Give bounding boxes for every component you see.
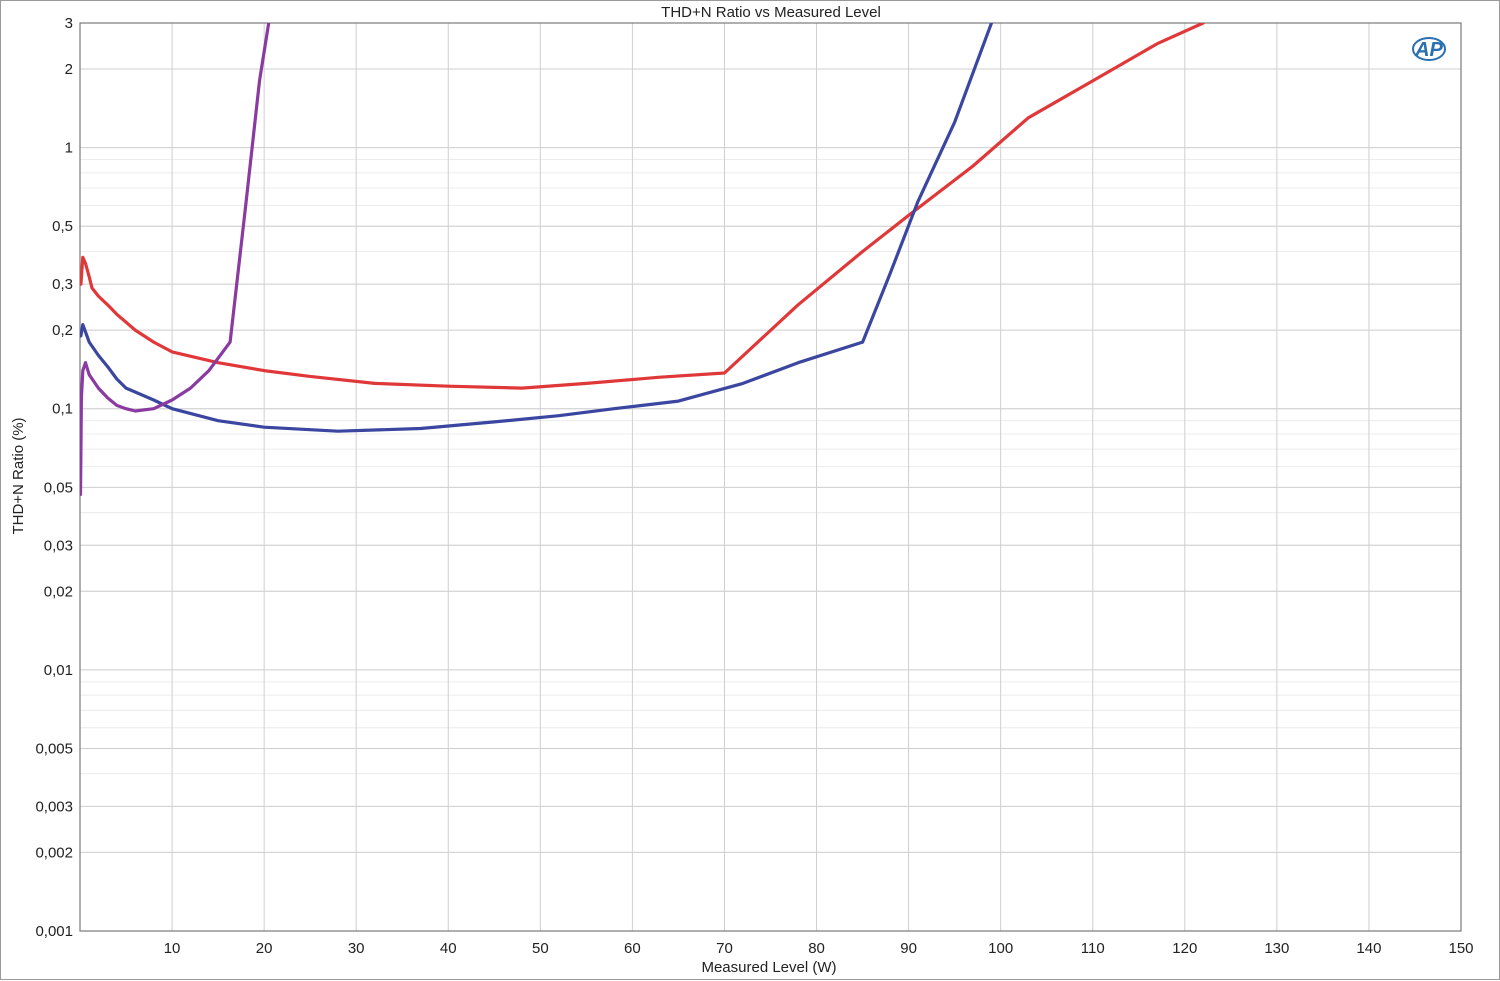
y-tick-label: 0,03 bbox=[44, 537, 73, 554]
y-tick-labels: 3 2 1 0,5 0,3 0,2 0,1 0,05 0,03 0,02 0,01 0,005 0,00… bbox=[35, 15, 73, 940]
y-tick-label: 0,1 bbox=[52, 401, 73, 418]
ap-logo-text: AP bbox=[1414, 39, 1443, 61]
chart-title: THD+N Ratio vs Measured Level bbox=[661, 4, 881, 21]
x-tick-label: 110 bbox=[1081, 940, 1105, 957]
x-tick-label: 130 bbox=[1264, 940, 1289, 957]
y-tick-label: 0,02 bbox=[44, 583, 73, 600]
x-tick-label: 70 bbox=[716, 940, 733, 957]
x-tick-label: 120 bbox=[1172, 940, 1197, 957]
y-axis-label: THD+N Ratio (%) bbox=[10, 417, 27, 534]
ap-logo: AP bbox=[1412, 37, 1446, 61]
series-lines bbox=[80, 23, 1205, 496]
y-tick-label: 0,5 bbox=[52, 218, 73, 235]
chart-frame: 3 2 1 0,5 0,3 0,2 0,1 0,05 0,03 0,02 0,01 0,005 0,00… bbox=[0, 0, 1500, 980]
thd-n-chart: 3 2 1 0,5 0,3 0,2 0,1 0,05 0,03 0,02 0,01 0,005 0,00… bbox=[10, 4, 1474, 976]
x-tick-label: 50 bbox=[532, 940, 549, 957]
x-axis-label: Measured Level (W) bbox=[701, 959, 836, 976]
minor-gridlines bbox=[80, 22, 1461, 932]
y-tick-label: 0,002 bbox=[35, 844, 73, 861]
x-tick-label: 30 bbox=[348, 940, 365, 957]
x-tick-label: 140 bbox=[1356, 940, 1381, 957]
y-tick-label: 0,001 bbox=[35, 923, 73, 940]
y-tick-label: 2 bbox=[65, 61, 73, 78]
x-tick-label: 20 bbox=[256, 940, 273, 957]
x-tick-label: 10 bbox=[164, 940, 181, 957]
x-tick-label: 150 bbox=[1448, 940, 1473, 957]
series-line-2 bbox=[80, 23, 994, 433]
x-tick-label: 90 bbox=[900, 940, 917, 957]
x-tick-labels: 10 20 30 40 50 60 70 80 90 100 110 120 130 140 150 bbox=[164, 940, 1474, 957]
y-tick-label: 0,003 bbox=[35, 798, 73, 815]
y-tick-label: 0,3 bbox=[52, 276, 73, 293]
y-tick-label: 1 bbox=[65, 140, 73, 157]
y-tick-label: 0,005 bbox=[35, 740, 73, 757]
y-tick-label: 3 bbox=[65, 15, 73, 32]
y-tick-label: 0,01 bbox=[44, 662, 73, 679]
x-tick-label: 40 bbox=[440, 940, 457, 957]
x-tick-label: 80 bbox=[808, 940, 825, 957]
x-tick-label: 100 bbox=[988, 940, 1013, 957]
y-tick-label: 0,2 bbox=[52, 322, 73, 339]
x-tick-label: 60 bbox=[624, 940, 641, 957]
y-tick-label: 0,05 bbox=[44, 479, 73, 496]
